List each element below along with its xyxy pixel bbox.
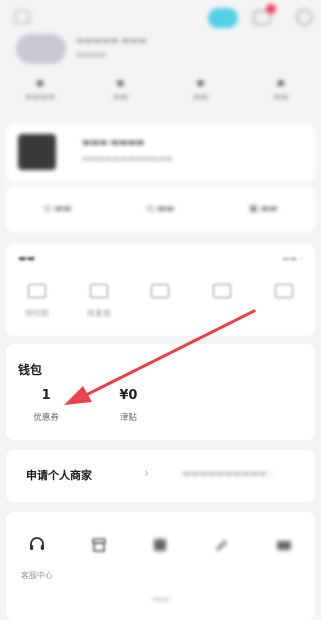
- service-item[interactable]: [256, 532, 312, 581]
- quick-actions: ◎ ▬▬ ◎ ▬▬ ▣ ▬▬: [6, 186, 315, 232]
- gear-icon[interactable]: [296, 9, 313, 26]
- service-item[interactable]: [71, 532, 127, 581]
- services-card: 客服中心: [6, 512, 315, 620]
- service-label: 客服中心: [20, 571, 53, 580]
- quick-action[interactable]: ▣ ▬▬: [249, 204, 277, 214]
- order-item[interactable]: 待发货: [74, 284, 124, 319]
- member-subtitle-placeholder: ▬▬▬▬▬▬▬▬▬▬▬▬: [82, 154, 173, 163]
- order-label: 待发货: [86, 309, 111, 318]
- chevron-right-icon: ›: [144, 466, 150, 481]
- profile-subtitle-placeholder: ▬▬▬▬: [76, 50, 107, 59]
- merchant-apply-row[interactable]: 申请个人商家 › ▬▬▬▬▬▬▬▬▬▬ ›: [6, 450, 315, 502]
- grid-icon: [147, 532, 173, 558]
- coupon-count: 1: [41, 388, 51, 403]
- stat-item[interactable]: ▪ ▬▬: [80, 76, 160, 116]
- stat-item[interactable]: ▪ ▬▬▬▬: [0, 76, 80, 116]
- refund-icon: [275, 284, 294, 298]
- service-item[interactable]: [194, 532, 250, 581]
- service-item[interactable]: [132, 532, 188, 581]
- stat-item[interactable]: ▪ ▬▬: [241, 76, 321, 116]
- order-item[interactable]: [135, 284, 185, 319]
- pen-icon: [209, 532, 235, 558]
- service-item-customer-center[interactable]: 客服中心: [9, 532, 65, 581]
- wallet-card: 钱包 1 优惠券 ¥0 津贴: [6, 344, 315, 440]
- shop-icon: [86, 532, 112, 558]
- username-placeholder: ▬▬▬▬▬ ▬▬▬: [76, 36, 147, 46]
- wallet-item[interactable]: [171, 388, 239, 423]
- coupon-item[interactable]: 1 优惠券: [12, 388, 80, 423]
- page-indicator: [152, 598, 170, 601]
- order-label: 待付款: [24, 309, 49, 318]
- wallet-icon: [27, 284, 46, 298]
- quick-action[interactable]: ◎ ▬▬: [44, 204, 72, 214]
- member-badge: [18, 134, 56, 170]
- wallet-item[interactable]: [247, 388, 315, 423]
- allowance-value: ¥0: [119, 388, 138, 403]
- promo-icon[interactable]: [208, 8, 238, 28]
- stat-item[interactable]: ▪ ▬▬: [161, 76, 241, 116]
- truck-icon: [151, 284, 170, 298]
- allowance-label: 津贴: [119, 413, 137, 423]
- order-item[interactable]: 待付款: [12, 284, 62, 319]
- notification-dot: [266, 4, 276, 14]
- orders-view-all[interactable]: ▬▬ ›: [282, 254, 303, 263]
- stats-row: ▪ ▬▬▬▬ ▪ ▬▬ ▪ ▬▬ ▪ ▬▬: [0, 76, 321, 116]
- member-title-placeholder: ▬▬▬ ▬▬▬▬: [82, 138, 145, 148]
- comment-icon: [213, 284, 232, 298]
- merchant-apply-label: 申请个人商家: [26, 469, 92, 482]
- orders-card: ▬▬ ▬▬ › 待付款 待发货: [6, 244, 315, 336]
- headset-icon: [24, 532, 50, 558]
- order-item[interactable]: [259, 284, 309, 319]
- quick-action[interactable]: ◎ ▬▬: [146, 204, 174, 214]
- merchant-note-placeholder: ▬▬▬▬▬▬▬▬▬▬ ›: [182, 469, 274, 479]
- card-icon: [271, 532, 297, 558]
- orders-title-placeholder: ▬▬: [18, 254, 36, 264]
- order-item[interactable]: [197, 284, 247, 319]
- member-card[interactable]: ▬▬▬ ▬▬▬▬ ▬▬▬▬▬▬▬▬▬▬▬▬: [6, 124, 315, 182]
- box-icon: [89, 284, 108, 298]
- menu-icon[interactable]: [14, 10, 30, 24]
- top-bar: [0, 0, 321, 36]
- profile-header[interactable]: ▬▬▬▬▬ ▬▬▬ ▬▬▬▬: [0, 32, 321, 68]
- wallet-title: 钱包: [18, 363, 43, 377]
- coupon-label: 优惠券: [33, 413, 59, 423]
- avatar[interactable]: [16, 34, 66, 64]
- allowance-item[interactable]: ¥0 津贴: [94, 388, 162, 423]
